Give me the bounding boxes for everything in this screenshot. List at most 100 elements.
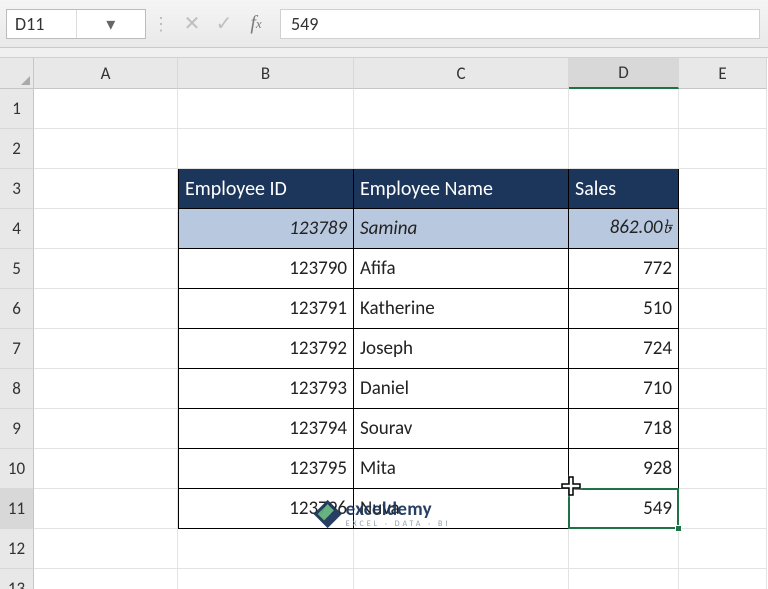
cell[interactable] bbox=[354, 569, 569, 589]
brand-tagline: EXCEL · DATA · BI bbox=[346, 519, 451, 529]
cell[interactable] bbox=[178, 569, 354, 589]
cell[interactable] bbox=[34, 129, 178, 169]
watermark: exceldemy EXCEL · DATA · BI bbox=[318, 498, 451, 529]
ribbon-edge bbox=[0, 48, 768, 58]
table-cell[interactable]: Daniel bbox=[354, 369, 569, 409]
table-cell[interactable]: 710 bbox=[569, 369, 679, 409]
row-header[interactable]: 11 bbox=[0, 489, 34, 529]
cell[interactable] bbox=[354, 529, 569, 569]
cell[interactable] bbox=[679, 209, 767, 249]
row-header[interactable]: 6 bbox=[0, 289, 34, 329]
cancel-icon[interactable]: ✕ bbox=[176, 9, 208, 39]
table-cell[interactable]: 123790 bbox=[178, 249, 354, 289]
cell[interactable] bbox=[679, 489, 767, 529]
column-headers: A B C D E bbox=[34, 58, 768, 89]
divider-icon: ⋮ bbox=[146, 13, 176, 35]
row-header[interactable]: 8 bbox=[0, 369, 34, 409]
table-cell[interactable]: Mita bbox=[354, 449, 569, 489]
cell[interactable] bbox=[679, 169, 767, 209]
cell[interactable] bbox=[34, 329, 178, 369]
table-header[interactable]: Employee Name bbox=[354, 169, 569, 209]
cell[interactable] bbox=[34, 289, 178, 329]
row-header[interactable]: 10 bbox=[0, 449, 34, 489]
fill-handle-icon[interactable] bbox=[675, 525, 682, 532]
cell[interactable] bbox=[679, 249, 767, 289]
table-cell[interactable]: 928 bbox=[569, 449, 679, 489]
row-header[interactable]: 2 bbox=[0, 129, 34, 169]
table-cell[interactable]: 862.00৳ bbox=[569, 209, 679, 249]
col-header[interactable]: D bbox=[569, 58, 679, 89]
cell[interactable] bbox=[34, 209, 178, 249]
table-cell[interactable]: Joseph bbox=[354, 329, 569, 369]
cell[interactable] bbox=[178, 529, 354, 569]
cell[interactable] bbox=[679, 329, 767, 369]
row-header[interactable]: 4 bbox=[0, 209, 34, 249]
cell[interactable] bbox=[569, 529, 679, 569]
cell[interactable] bbox=[679, 449, 767, 489]
table-cell[interactable]: 510 bbox=[569, 289, 679, 329]
table-cell[interactable]: 123791 bbox=[178, 289, 354, 329]
cell[interactable] bbox=[679, 369, 767, 409]
cell[interactable] bbox=[679, 129, 767, 169]
col-header[interactable]: E bbox=[679, 58, 767, 89]
table-cell[interactable]: Afifa bbox=[354, 249, 569, 289]
cell[interactable] bbox=[679, 289, 767, 329]
cell[interactable] bbox=[34, 489, 178, 529]
cell[interactable] bbox=[178, 89, 354, 129]
cell[interactable] bbox=[34, 529, 178, 569]
fx-icon[interactable]: fx bbox=[240, 9, 272, 39]
name-box[interactable]: D11 ▾ bbox=[6, 9, 146, 39]
cell[interactable] bbox=[679, 529, 767, 569]
cell[interactable] bbox=[34, 569, 178, 589]
table-cell[interactable]: 123795 bbox=[178, 449, 354, 489]
table-cell[interactable]: 724 bbox=[569, 329, 679, 369]
formula-bar: D11 ▾ ⋮ ✕ ✓ fx 549 bbox=[0, 0, 768, 48]
cell[interactable] bbox=[178, 129, 354, 169]
brand-name: exceldemy bbox=[346, 498, 451, 521]
row-header[interactable]: 13 bbox=[0, 569, 34, 589]
cell[interactable] bbox=[34, 169, 178, 209]
cell[interactable] bbox=[569, 129, 679, 169]
cell[interactable] bbox=[34, 449, 178, 489]
table-cell[interactable]: Sourav bbox=[354, 409, 569, 449]
table-header[interactable]: Employee ID bbox=[178, 169, 354, 209]
table-header[interactable]: Sales bbox=[569, 169, 679, 209]
table-cell[interactable]: 123789 bbox=[178, 209, 354, 249]
row-header[interactable]: 5 bbox=[0, 249, 34, 289]
row-header[interactable]: 1 bbox=[0, 89, 34, 129]
enter-icon[interactable]: ✓ bbox=[208, 9, 240, 39]
row-header[interactable]: 9 bbox=[0, 409, 34, 449]
cell[interactable] bbox=[34, 249, 178, 289]
cell[interactable] bbox=[569, 569, 679, 589]
row-header[interactable]: 7 bbox=[0, 329, 34, 369]
row-header[interactable]: 12 bbox=[0, 529, 34, 569]
table-cell[interactable]: 123794 bbox=[178, 409, 354, 449]
select-all-corner[interactable] bbox=[0, 58, 34, 89]
table-cell[interactable]: 123792 bbox=[178, 329, 354, 369]
table-cell[interactable]: 549 bbox=[569, 489, 679, 529]
cell[interactable] bbox=[679, 409, 767, 449]
cell[interactable] bbox=[679, 89, 767, 129]
col-header[interactable]: B bbox=[178, 58, 354, 89]
row-header[interactable]: 3 bbox=[0, 169, 34, 209]
cell[interactable] bbox=[34, 369, 178, 409]
formula-input[interactable]: 549 bbox=[280, 9, 760, 39]
cell[interactable] bbox=[34, 409, 178, 449]
cell[interactable] bbox=[679, 569, 767, 589]
row-headers: 1 2 3 4 5 6 7 8 9 10 11 12 13 bbox=[0, 58, 34, 589]
cell[interactable] bbox=[354, 129, 569, 169]
table-cell[interactable]: 123793 bbox=[178, 369, 354, 409]
cell[interactable] bbox=[354, 89, 569, 129]
col-header[interactable]: A bbox=[34, 58, 178, 89]
excel-select-cursor-icon bbox=[560, 475, 582, 502]
col-header[interactable]: C bbox=[354, 58, 569, 89]
cell[interactable] bbox=[34, 89, 178, 129]
table-cell[interactable]: 772 bbox=[569, 249, 679, 289]
table-cell[interactable]: 718 bbox=[569, 409, 679, 449]
name-box-dropdown-icon[interactable]: ▾ bbox=[76, 10, 146, 38]
cell[interactable] bbox=[569, 89, 679, 129]
table-cell[interactable]: Katherine bbox=[354, 289, 569, 329]
table-cell[interactable]: Samina bbox=[354, 209, 569, 249]
formula-input-value: 549 bbox=[291, 13, 318, 35]
name-box-value: D11 bbox=[7, 13, 76, 35]
